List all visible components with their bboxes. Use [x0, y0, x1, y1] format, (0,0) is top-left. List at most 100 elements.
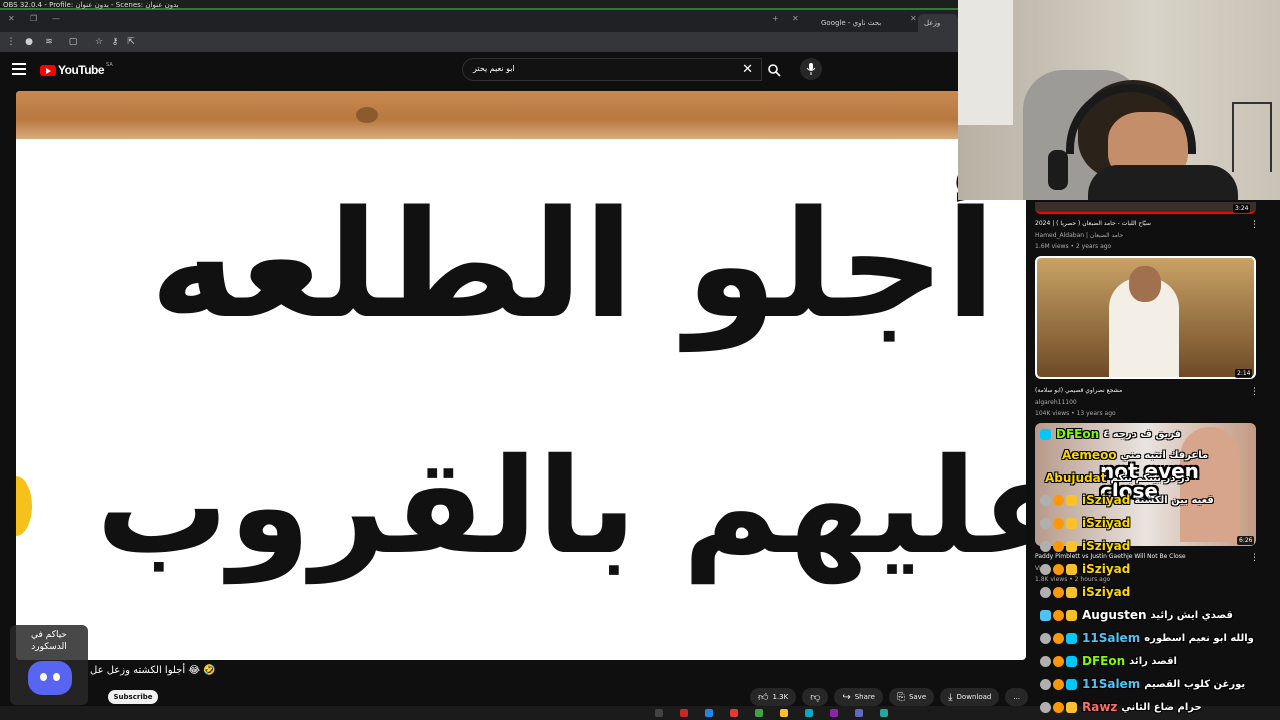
- share-icon: ↪: [842, 691, 851, 703]
- tab-youtube[interactable]: وزعل علي...: [918, 14, 958, 45]
- video-title[interactable]: سيّاح اللبات - حامد الضبعان ( حصرياً ) |…: [1035, 220, 1235, 227]
- taskbar-app-icon[interactable]: [680, 709, 688, 717]
- chat-username: iSziyad: [1082, 539, 1131, 553]
- video-meta: 1.6M views • 2 years ago: [1035, 243, 1112, 250]
- chat-username: Augusten: [1082, 608, 1147, 622]
- avatar: [1040, 678, 1051, 690]
- menu-dots-icon[interactable]: ⋮: [4, 35, 18, 49]
- taskbar-app-icon[interactable]: [830, 709, 838, 717]
- video-thumbnail[interactable]: [1035, 202, 1256, 214]
- extension-icon[interactable]: ≋: [42, 35, 56, 49]
- crown-icon: [1066, 540, 1077, 552]
- chat-username: Rawz: [1082, 700, 1118, 714]
- download-button[interactable]: ⤓ Download: [940, 688, 1000, 706]
- taskbar-app-icon[interactable]: [730, 709, 738, 717]
- video-player[interactable]: أجلو الطلعه ل عليهم بالقروب: [16, 91, 1026, 660]
- bookmark-star-icon[interactable]: ☆: [92, 35, 106, 49]
- window-close-icon[interactable]: ✕: [8, 14, 15, 23]
- crown-icon: [1066, 517, 1077, 529]
- dislike-button[interactable]: 👎︎: [802, 688, 829, 706]
- chat-username: iSziyad: [1082, 493, 1131, 507]
- tab-google-search[interactable]: Google - بحث ناوي الخلود: [815, 14, 905, 45]
- stream-chat-overlay: DFEon فريق ف درجه ٤ Aemeoo ماعرفك انتبه …: [1040, 424, 1280, 720]
- chat-message: Augusten قصدي ايش رائيد: [1040, 605, 1233, 625]
- subscribe-button[interactable]: Subscribe: [108, 690, 158, 704]
- search-icon: [768, 64, 781, 77]
- new-tab-button[interactable]: +: [772, 14, 779, 23]
- share-button[interactable]: ↪ Share: [834, 688, 883, 706]
- video-caption-line-2: ل عليهم بالقروب: [96, 430, 1026, 584]
- youtube-logo[interactable]: YouTube SA: [40, 62, 113, 78]
- duration-badge: 3:24: [1233, 204, 1251, 213]
- chat-badge-icon: [1066, 632, 1077, 644]
- video-title[interactable]: مشجع نصراوي قصيمي (ابو سلامة): [1035, 387, 1235, 394]
- avatar: [1040, 586, 1051, 598]
- video-meta: 104K views • 13 years ago: [1035, 410, 1116, 417]
- taskbar-app-icon[interactable]: [880, 709, 888, 717]
- tab-close-icon[interactable]: ✕: [792, 14, 799, 23]
- region-code: SA: [106, 62, 113, 68]
- more-dots-icon: ...: [1013, 693, 1021, 701]
- window-minimize-icon[interactable]: —: [52, 14, 60, 23]
- clear-search-icon[interactable]: ✕: [742, 62, 753, 77]
- chat-message: iSziyad قعيه بين الكشتة: [1040, 490, 1214, 510]
- copy-icon[interactable]: ▢: [66, 35, 80, 49]
- chat-badge-icon: [1053, 586, 1064, 598]
- chat-text: والله ابو نعيم اسطوره: [1144, 632, 1254, 644]
- chat-message: 11Salem يورغن كلوب القصيم: [1040, 674, 1245, 694]
- like-count: 1.3K: [772, 693, 789, 701]
- tab-close-icon[interactable]: ✕: [910, 14, 917, 23]
- chat-message: DFEon اقصد رائد: [1040, 651, 1177, 671]
- window-restore-icon[interactable]: ❐: [30, 14, 37, 23]
- search-query: ابو نعيم يحتر: [473, 64, 515, 73]
- taskbar-app-icon[interactable]: [780, 709, 788, 717]
- chat-username: DFEon: [1082, 654, 1126, 668]
- channel-name[interactable]: algareh11100: [1035, 399, 1077, 406]
- avatar: [1040, 494, 1051, 506]
- video-wood-strip: [16, 91, 1026, 139]
- taskbar-app-icon[interactable]: [755, 709, 763, 717]
- key-icon[interactable]: ⚷: [108, 35, 122, 49]
- microphone-icon: [1048, 150, 1068, 190]
- duration-badge: 2:14: [1235, 369, 1253, 378]
- more-options-icon[interactable]: ⋮: [1250, 220, 1259, 230]
- more-options-icon[interactable]: ⋮: [1250, 387, 1259, 397]
- webcam-shelf: [1232, 102, 1272, 172]
- webcam-feed: [958, 0, 1280, 200]
- search-input[interactable]: ابو نعيم يحتر ✕: [462, 58, 762, 81]
- search-button[interactable]: [760, 58, 788, 81]
- download-label: Download: [956, 693, 992, 701]
- taskbar-app-icon[interactable]: [805, 709, 813, 717]
- chat-message: Aemeoo ماعرفك انتبه مني: [1040, 445, 1208, 465]
- chat-message: iSziyad: [1040, 513, 1130, 533]
- chat-message: iSziyad: [1040, 536, 1130, 556]
- voice-search-button[interactable]: [800, 58, 822, 80]
- avatar: [1040, 701, 1051, 713]
- chat-text: ماعرفك انتبه مني: [1120, 449, 1209, 461]
- video-caption-line-1: أجلو الطلعه: [149, 179, 996, 351]
- chat-message: DFEon فريق ف درجه ٤: [1040, 424, 1181, 444]
- taskbar-app-icon[interactable]: [655, 709, 663, 717]
- chat-username: Aemeoo: [1062, 448, 1117, 462]
- taskbar-app-icon[interactable]: [855, 709, 863, 717]
- avatar: [1040, 655, 1051, 667]
- save-button[interactable]: ⎘ Save: [888, 688, 935, 706]
- more-actions-button[interactable]: ...: [1005, 688, 1029, 706]
- chat-text: اقصد رائد: [1129, 655, 1177, 667]
- thumbs-up-icon: 👍︎: [758, 692, 769, 703]
- discord-invite-text: حياكم في الدسكورد: [31, 630, 67, 652]
- thumbs-down-icon: 👎︎: [810, 692, 821, 703]
- streamer-body: [1088, 165, 1238, 200]
- video-thumbnail[interactable]: [1035, 256, 1256, 379]
- taskbar-app-icon[interactable]: [705, 709, 713, 717]
- crown-icon: [1066, 701, 1077, 713]
- share-page-icon[interactable]: ⇱: [124, 35, 138, 49]
- chat-text: يورغن كلوب القصيم: [1144, 678, 1246, 690]
- chat-badge-icon: [1053, 609, 1064, 621]
- profile-icon[interactable]: ●: [22, 35, 36, 49]
- like-button[interactable]: 👍︎ 1.3K: [750, 688, 797, 706]
- avatar: [1040, 632, 1051, 644]
- hamburger-menu-icon[interactable]: [12, 63, 26, 75]
- chat-message: 11Salem والله ابو نعيم اسطوره: [1040, 628, 1254, 648]
- channel-name[interactable]: Hamed_Aldaban | حامد الضبعان: [1035, 232, 1123, 239]
